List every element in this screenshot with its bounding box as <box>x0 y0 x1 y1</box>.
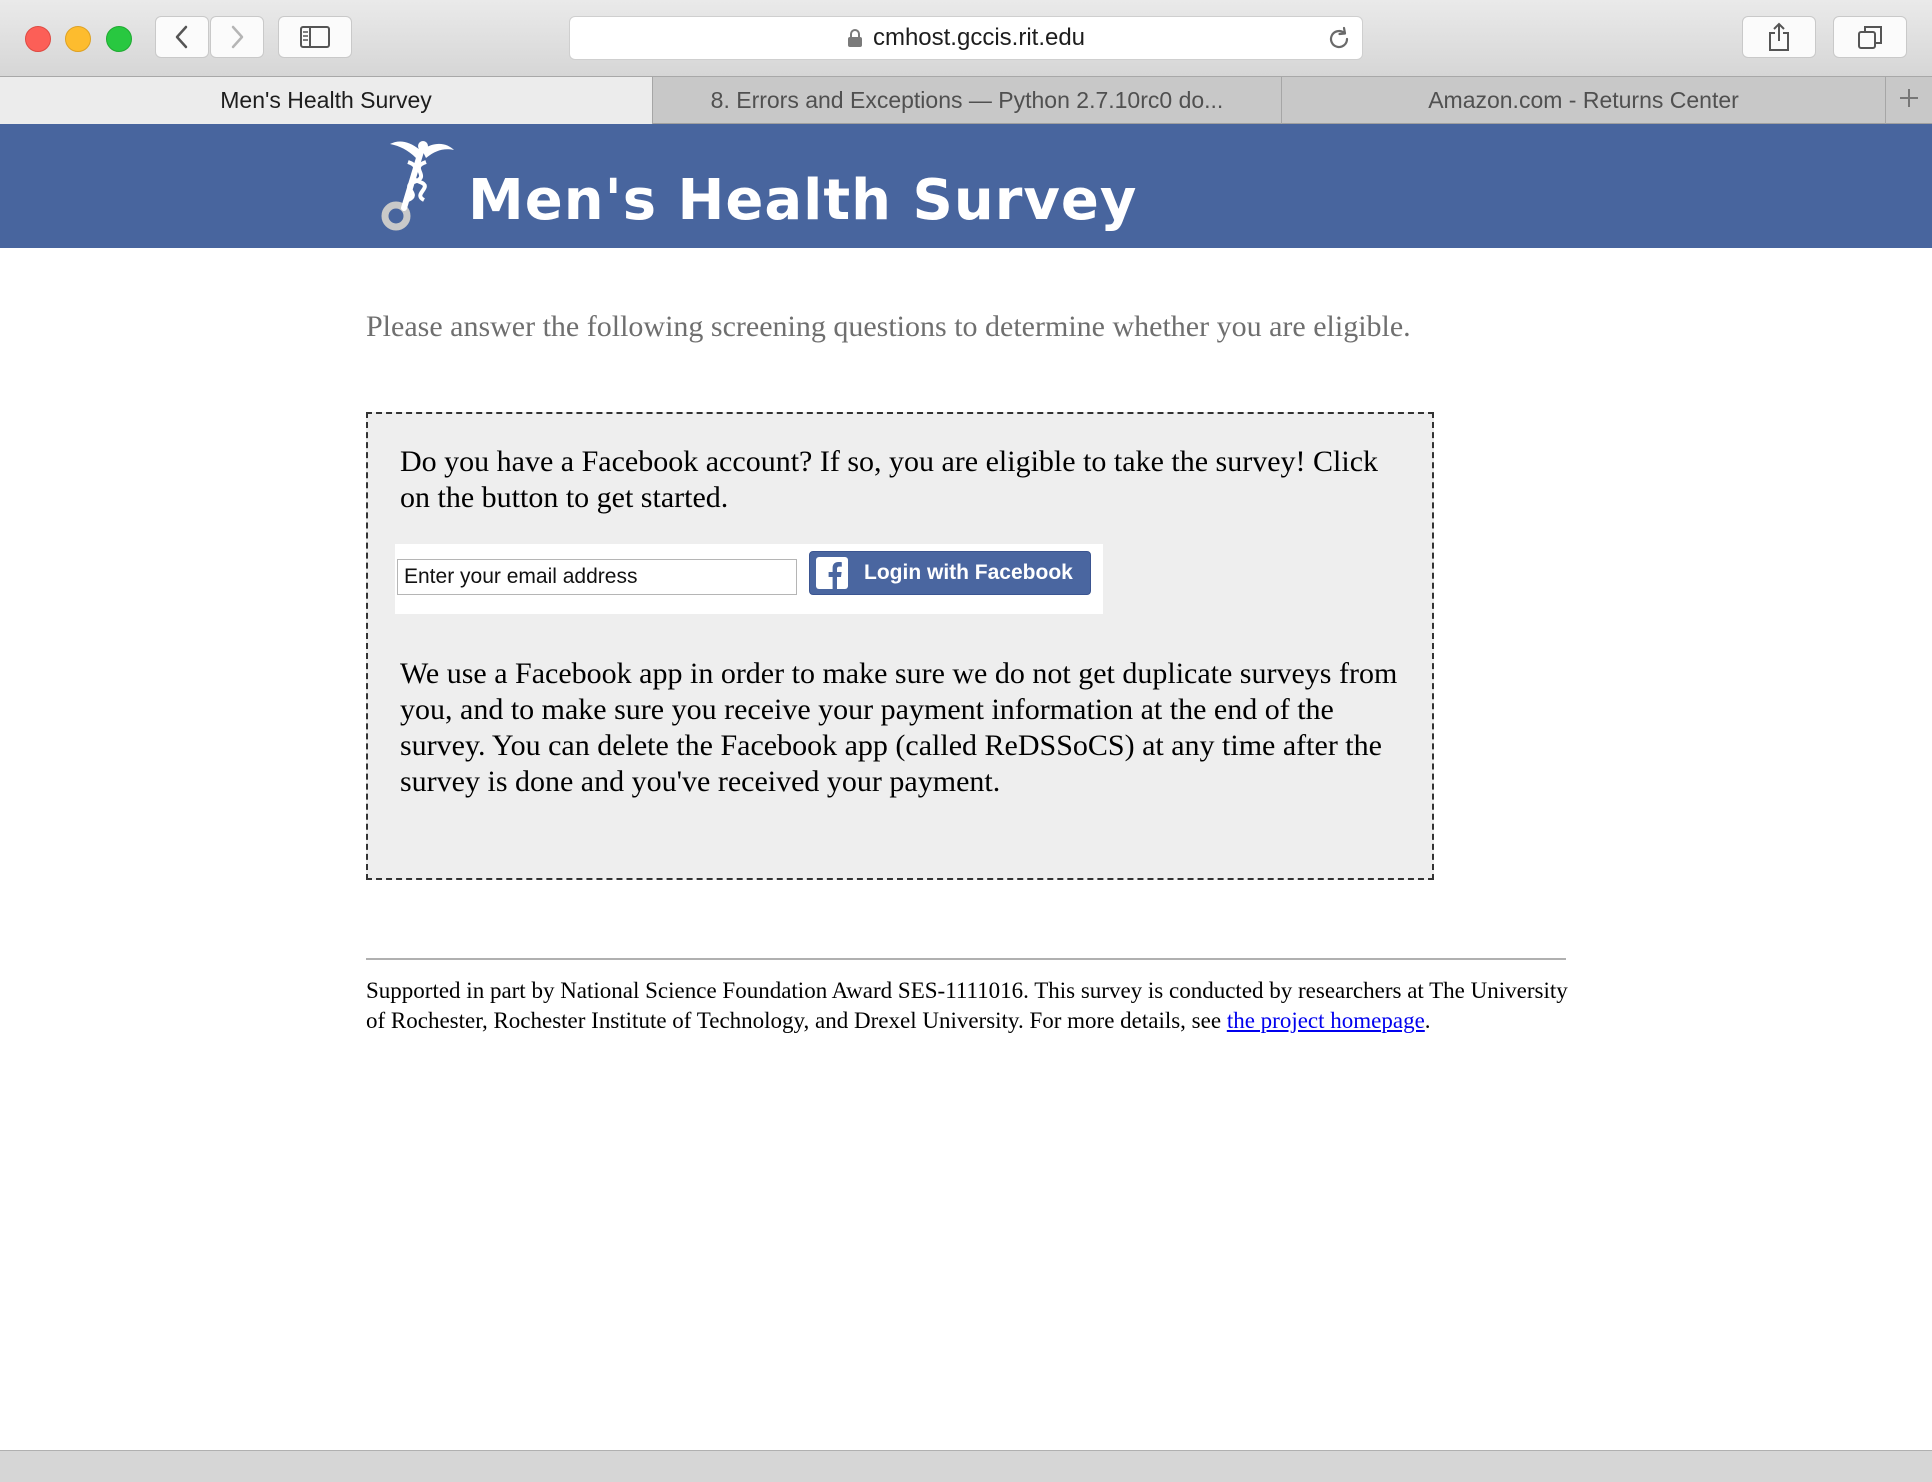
back-button[interactable] <box>155 16 209 58</box>
browser-status-bar <box>0 1450 1932 1482</box>
footer-period: . <box>1424 1008 1431 1033</box>
chevron-left-icon <box>174 25 190 49</box>
url-text: cmhost.gccis.rit.edu <box>872 24 1086 51</box>
project-homepage-link[interactable]: the project homepage <box>1227 1008 1425 1033</box>
share-button[interactable] <box>1742 16 1816 58</box>
plus-icon <box>1898 87 1920 114</box>
tab-title: Amazon.com - Returns Center <box>1428 87 1739 113</box>
facebook-question: Do you have a Facebook account? If so, y… <box>400 445 1379 514</box>
login-with-facebook-button[interactable]: Login with Facebook <box>809 551 1091 595</box>
login-form: Login with Facebook <box>395 544 1103 614</box>
lock-icon <box>847 28 863 48</box>
email-input[interactable] <box>397 559 797 595</box>
footer-divider <box>366 958 1566 960</box>
share-icon <box>1767 22 1791 52</box>
reload-icon[interactable] <box>1326 26 1352 57</box>
chevron-right-icon <box>229 25 245 49</box>
tab-bar: Men's Health Survey 8. Errors and Except… <box>0 76 1932 124</box>
tab-mens-health-survey[interactable]: Men's Health Survey <box>0 77 653 124</box>
close-window-button[interactable] <box>25 26 51 52</box>
eligibility-card: Do you have a Facebook account? If so, y… <box>366 412 1434 880</box>
browser-toolbar: cmhost.gccis.rit.edu <box>0 0 1932 76</box>
facebook-icon <box>816 557 848 589</box>
tab-title: Men's Health Survey <box>220 87 432 113</box>
sidebar-button[interactable] <box>278 16 352 58</box>
tabs-overview-button[interactable] <box>1833 16 1907 58</box>
caduceus-icon <box>378 136 456 237</box>
zoom-window-button[interactable] <box>106 26 132 52</box>
tab-amazon-returns[interactable]: Amazon.com - Returns Center <box>1282 77 1886 124</box>
login-button-label: Login with Facebook <box>864 561 1073 584</box>
forward-button[interactable] <box>210 16 264 58</box>
screening-instructions: Please answer the following screening qu… <box>366 310 1411 343</box>
survey-header-banner: Men's Health Survey <box>0 124 1932 248</box>
minimize-window-button[interactable] <box>65 26 91 52</box>
new-tab-button[interactable] <box>1886 77 1932 124</box>
sidebar-icon <box>300 26 330 48</box>
tabs-overview-icon <box>1857 24 1883 50</box>
address-bar[interactable]: cmhost.gccis.rit.edu <box>569 16 1363 60</box>
survey-title: Men's Health Survey <box>468 168 1138 233</box>
facebook-app-explanation: We use a Facebook app in order to make s… <box>400 657 1398 798</box>
tab-python-errors[interactable]: 8. Errors and Exceptions — Python 2.7.10… <box>653 77 1282 124</box>
tab-title: 8. Errors and Exceptions — Python 2.7.10… <box>710 87 1224 113</box>
footer: Supported in part by National Science Fo… <box>366 976 1578 1036</box>
